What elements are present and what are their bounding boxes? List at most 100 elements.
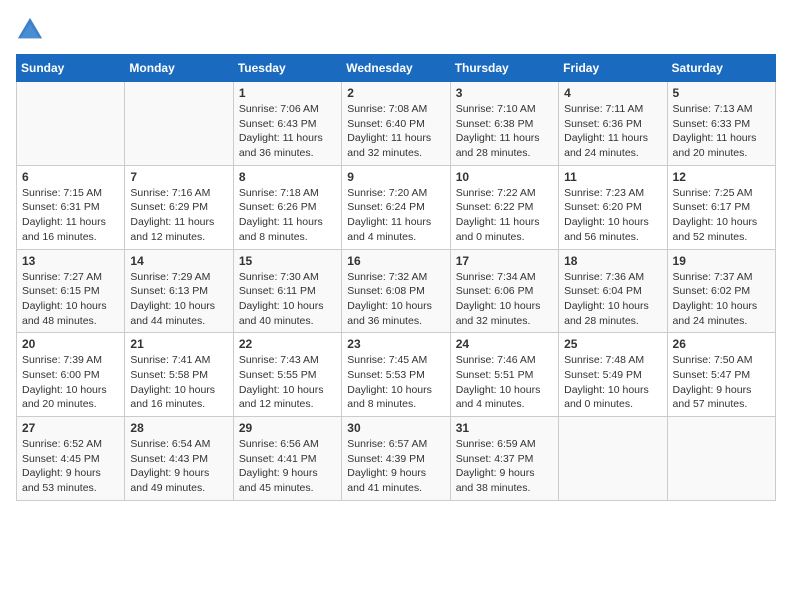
day-info: Sunrise: 7:34 AM Sunset: 6:06 PM Dayligh… (456, 270, 553, 329)
day-number: 10 (456, 170, 553, 184)
calendar-cell: 30 Sunrise: 6:57 AM Sunset: 4:39 PM Dayli… (342, 417, 450, 501)
calendar-cell: 17 Sunrise: 7:34 AM Sunset: 6:06 PM Dayli… (450, 249, 558, 333)
day-info: Sunrise: 7:39 AM Sunset: 6:00 PM Dayligh… (22, 353, 119, 412)
day-number: 24 (456, 337, 553, 351)
day-info: Sunrise: 7:37 AM Sunset: 6:02 PM Dayligh… (673, 270, 770, 329)
day-number: 27 (22, 421, 119, 435)
calendar-cell: 5 Sunrise: 7:13 AM Sunset: 6:33 PM Daylig… (667, 82, 775, 166)
calendar-cell: 4Sunrise: 7:11 AM Sunset: 6:36 PM Daylig… (559, 82, 667, 166)
day-info: Sunrise: 6:56 AM Sunset: 4:41 PM Dayligh… (239, 437, 336, 496)
calendar-cell: 31Sunrise: 6:59 AM Sunset: 4:37 PM Dayli… (450, 417, 558, 501)
day-info: Sunrise: 7:27 AM Sunset: 6:15 PM Dayligh… (22, 270, 119, 329)
header-day-friday: Friday (559, 55, 667, 82)
logo (16, 16, 48, 44)
calendar-cell: 7 Sunrise: 7:16 AM Sunset: 6:29 PM Daylig… (125, 165, 233, 249)
calendar-cell: 18 Sunrise: 7:36 AM Sunset: 6:04 PM Dayli… (559, 249, 667, 333)
day-number: 19 (673, 254, 770, 268)
calendar-cell: 14Sunrise: 7:29 AM Sunset: 6:13 PM Dayli… (125, 249, 233, 333)
day-info: Sunrise: 7:10 AM Sunset: 6:38 PM Dayligh… (456, 102, 553, 161)
page-header (16, 16, 776, 44)
day-number: 6 (22, 170, 119, 184)
day-number: 15 (239, 254, 336, 268)
day-number: 12 (673, 170, 770, 184)
day-number: 17 (456, 254, 553, 268)
calendar-cell: 13Sunrise: 7:27 AM Sunset: 6:15 PM Dayli… (17, 249, 125, 333)
day-number: 25 (564, 337, 661, 351)
header-day-thursday: Thursday (450, 55, 558, 82)
day-number: 8 (239, 170, 336, 184)
day-info: Sunrise: 7:08 AM Sunset: 6:40 PM Dayligh… (347, 102, 444, 161)
day-number: 26 (673, 337, 770, 351)
calendar-cell: 2 Sunrise: 7:08 AM Sunset: 6:40 PM Daylig… (342, 82, 450, 166)
header-day-wednesday: Wednesday (342, 55, 450, 82)
day-info: Sunrise: 7:18 AM Sunset: 6:26 PM Dayligh… (239, 186, 336, 245)
day-info: Sunrise: 6:57 AM Sunset: 4:39 PM Dayligh… (347, 437, 444, 496)
day-info: Sunrise: 7:25 AM Sunset: 6:17 PM Dayligh… (673, 186, 770, 245)
calendar-cell: 15 Sunrise: 7:30 AM Sunset: 6:11 PM Dayli… (233, 249, 341, 333)
calendar-cell: 9 Sunrise: 7:20 AM Sunset: 6:24 PM Daylig… (342, 165, 450, 249)
day-info: Sunrise: 7:50 AM Sunset: 5:47 PM Dayligh… (673, 353, 770, 412)
day-number: 7 (130, 170, 227, 184)
day-info: Sunrise: 6:59 AM Sunset: 4:37 PM Dayligh… (456, 437, 553, 496)
day-info: Sunrise: 7:41 AM Sunset: 5:58 PM Dayligh… (130, 353, 227, 412)
calendar-cell: 12 Sunrise: 7:25 AM Sunset: 6:17 PM Dayli… (667, 165, 775, 249)
day-info: Sunrise: 7:22 AM Sunset: 6:22 PM Dayligh… (456, 186, 553, 245)
calendar-cell: 21 Sunrise: 7:41 AM Sunset: 5:58 PM Dayli… (125, 333, 233, 417)
day-number: 18 (564, 254, 661, 268)
day-number: 23 (347, 337, 444, 351)
day-info: Sunrise: 7:13 AM Sunset: 6:33 PM Dayligh… (673, 102, 770, 161)
day-info: Sunrise: 7:48 AM Sunset: 5:49 PM Dayligh… (564, 353, 661, 412)
header-day-tuesday: Tuesday (233, 55, 341, 82)
day-info: Sunrise: 6:52 AM Sunset: 4:45 PM Dayligh… (22, 437, 119, 496)
calendar-cell: 27 Sunrise: 6:52 AM Sunset: 4:45 PM Dayli… (17, 417, 125, 501)
week-row-5: 27 Sunrise: 6:52 AM Sunset: 4:45 PM Dayli… (17, 417, 776, 501)
week-row-1: 1 Sunrise: 7:06 AM Sunset: 6:43 PM Daylig… (17, 82, 776, 166)
header-day-sunday: Sunday (17, 55, 125, 82)
day-number: 20 (22, 337, 119, 351)
day-info: Sunrise: 7:11 AM Sunset: 6:36 PM Dayligh… (564, 102, 661, 161)
calendar-cell: 8 Sunrise: 7:18 AM Sunset: 6:26 PM Daylig… (233, 165, 341, 249)
day-info: Sunrise: 7:06 AM Sunset: 6:43 PM Dayligh… (239, 102, 336, 161)
day-number: 2 (347, 86, 444, 100)
calendar-cell: 10 Sunrise: 7:22 AM Sunset: 6:22 PM Dayli… (450, 165, 558, 249)
day-info: Sunrise: 6:54 AM Sunset: 4:43 PM Dayligh… (130, 437, 227, 496)
calendar-cell: 3 Sunrise: 7:10 AM Sunset: 6:38 PM Daylig… (450, 82, 558, 166)
day-number: 16 (347, 254, 444, 268)
calendar-cell: 20 Sunrise: 7:39 AM Sunset: 6:00 PM Dayli… (17, 333, 125, 417)
day-info: Sunrise: 7:45 AM Sunset: 5:53 PM Dayligh… (347, 353, 444, 412)
week-row-2: 6 Sunrise: 7:15 AM Sunset: 6:31 PM Daylig… (17, 165, 776, 249)
day-number: 9 (347, 170, 444, 184)
day-info: Sunrise: 7:32 AM Sunset: 6:08 PM Dayligh… (347, 270, 444, 329)
calendar-cell: 26 Sunrise: 7:50 AM Sunset: 5:47 PM Dayli… (667, 333, 775, 417)
calendar-cell (667, 417, 775, 501)
calendar-cell: 11Sunrise: 7:23 AM Sunset: 6:20 PM Dayli… (559, 165, 667, 249)
day-info: Sunrise: 7:23 AM Sunset: 6:20 PM Dayligh… (564, 186, 661, 245)
calendar-cell: 6 Sunrise: 7:15 AM Sunset: 6:31 PM Daylig… (17, 165, 125, 249)
day-number: 21 (130, 337, 227, 351)
header-day-saturday: Saturday (667, 55, 775, 82)
day-number: 29 (239, 421, 336, 435)
day-info: Sunrise: 7:36 AM Sunset: 6:04 PM Dayligh… (564, 270, 661, 329)
day-number: 5 (673, 86, 770, 100)
day-number: 1 (239, 86, 336, 100)
calendar-table: SundayMondayTuesdayWednesdayThursdayFrid… (16, 54, 776, 501)
day-number: 30 (347, 421, 444, 435)
day-info: Sunrise: 7:43 AM Sunset: 5:55 PM Dayligh… (239, 353, 336, 412)
day-info: Sunrise: 7:16 AM Sunset: 6:29 PM Dayligh… (130, 186, 227, 245)
week-row-4: 20 Sunrise: 7:39 AM Sunset: 6:00 PM Dayli… (17, 333, 776, 417)
header-row: SundayMondayTuesdayWednesdayThursdayFrid… (17, 55, 776, 82)
day-info: Sunrise: 7:20 AM Sunset: 6:24 PM Dayligh… (347, 186, 444, 245)
logo-icon (16, 16, 44, 44)
day-number: 3 (456, 86, 553, 100)
day-info: Sunrise: 7:15 AM Sunset: 6:31 PM Dayligh… (22, 186, 119, 245)
calendar-cell: 1 Sunrise: 7:06 AM Sunset: 6:43 PM Daylig… (233, 82, 341, 166)
calendar-cell (559, 417, 667, 501)
calendar-cell: 16 Sunrise: 7:32 AM Sunset: 6:08 PM Dayli… (342, 249, 450, 333)
day-info: Sunrise: 7:30 AM Sunset: 6:11 PM Dayligh… (239, 270, 336, 329)
calendar-cell: 25 Sunrise: 7:48 AM Sunset: 5:49 PM Dayli… (559, 333, 667, 417)
calendar-cell: 23 Sunrise: 7:45 AM Sunset: 5:53 PM Dayli… (342, 333, 450, 417)
week-row-3: 13Sunrise: 7:27 AM Sunset: 6:15 PM Dayli… (17, 249, 776, 333)
calendar-cell: 29 Sunrise: 6:56 AM Sunset: 4:41 PM Dayli… (233, 417, 341, 501)
day-number: 22 (239, 337, 336, 351)
calendar-cell: 22 Sunrise: 7:43 AM Sunset: 5:55 PM Dayli… (233, 333, 341, 417)
